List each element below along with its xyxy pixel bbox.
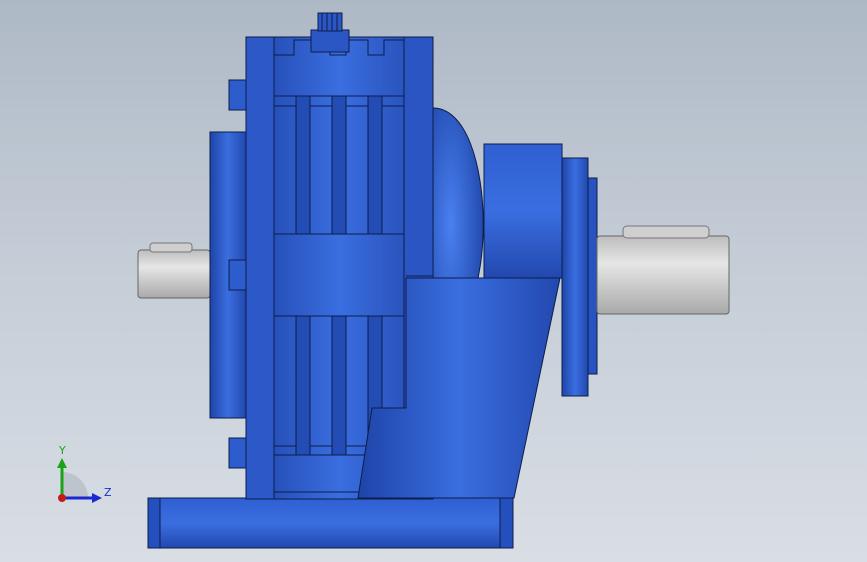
gearbox-model[interactable] <box>0 0 867 562</box>
base-plate[interactable] <box>147 497 514 549</box>
graphics-viewport[interactable]: Y Z <box>0 0 867 562</box>
output-shaft[interactable] <box>596 225 730 315</box>
vent-plug[interactable] <box>310 12 350 53</box>
input-shaft[interactable] <box>137 242 211 299</box>
y-axis-label: Y <box>58 444 66 457</box>
z-axis-label: Z <box>104 486 112 499</box>
orientation-triad[interactable]: Y Z <box>40 440 120 520</box>
